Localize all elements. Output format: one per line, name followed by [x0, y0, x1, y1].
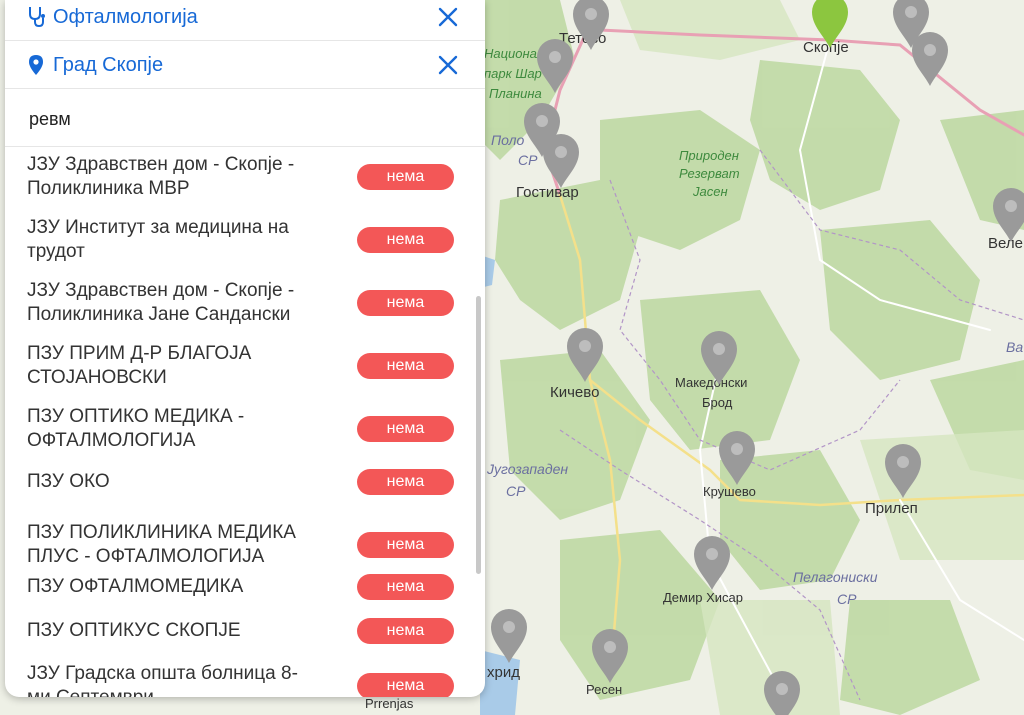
facility-name-line1: ПЗУ ОКО: [27, 471, 110, 492]
search-panel: Офталмологија Град Скопје ЈЗУ Здравствен…: [5, 0, 485, 697]
facility-name: ПЗУ ОПТИКО МЕДИКА - ОФТАЛМОЛОГИЈА: [27, 405, 357, 453]
city-filter-label: Град Скопје: [53, 53, 164, 76]
list-item[interactable]: ПЗУ ОКО нема: [5, 469, 475, 495]
clear-specialty-close-icon[interactable]: [437, 6, 459, 28]
list-item[interactable]: ПЗУ ОПТИКУС СКОПЈЕ нема: [5, 618, 475, 644]
region-label-jugozapaden-2: СР: [506, 483, 526, 499]
region-label-jugozapaden-1: Југозападен: [486, 461, 568, 477]
region-label-vardar: Ва: [1006, 339, 1023, 355]
facility-name: ЈЗУ Градска општа болница 8- ми Септември: [27, 662, 357, 697]
city-label-demir-hisar: Демир Хисар: [663, 590, 743, 605]
park-label-jasen-1: Природен: [679, 148, 739, 163]
availability-badge[interactable]: нема: [357, 574, 454, 600]
results-scrollbar[interactable]: [476, 296, 481, 574]
availability-badge[interactable]: нема: [357, 673, 454, 697]
specialty-filter-label: Офталмологија: [53, 5, 198, 28]
city-label-skopje: Скопје: [803, 39, 849, 56]
park-label-shar-2: парк Шар: [484, 66, 542, 81]
facility-name-line2: ПЛУС - ОФТАЛМОЛОГИЈА: [27, 546, 265, 567]
facility-name-line1: ЈЗУ Градска општа болница 8-: [27, 663, 298, 684]
city-label-krushevo: Крушево: [703, 484, 756, 499]
facility-name-line1: ПЗУ ОПТИКУС СКОПЈЕ: [27, 620, 241, 641]
location-pin-icon: [27, 53, 45, 77]
city-label-prilep: Прилеп: [865, 500, 918, 517]
list-item[interactable]: ПЗУ ОПТИКО МЕДИКА - ОФТАЛМОЛОГИЈА нема: [5, 405, 475, 453]
facility-name: ПЗУ ОФТАЛМОМЕДИКА: [27, 575, 357, 599]
city-label-kichevo: Кичево: [550, 384, 599, 401]
facility-name: ПЗУ ПОЛИКЛИНИКА МЕДИКА ПЛУС - ОФТАЛМОЛОГИ…: [27, 521, 357, 569]
list-item[interactable]: ЈЗУ Градска општа болница 8- ми Септември…: [5, 662, 475, 697]
facility-name: ЈЗУ Здравствен дом - Скопје - Поликлиника…: [27, 153, 357, 201]
facility-name-line1: ПЗУ ПОЛИКЛИНИКА МЕДИКА: [27, 522, 296, 543]
filter-specialty[interactable]: Офталмологија: [5, 0, 485, 41]
availability-badge[interactable]: нема: [357, 353, 454, 379]
availability-badge[interactable]: нема: [357, 618, 454, 644]
search-box: [5, 92, 485, 147]
facility-name: ЈЗУ Здравствен дом - Скопје - Поликлиника…: [27, 279, 357, 327]
city-label-gostivar: Гостивар: [516, 184, 579, 201]
facility-name: ЈЗУ Институт за медицина на трудот: [27, 216, 357, 264]
facility-name-line1: ЈЗУ Здравствен дом - Скопје -: [27, 280, 295, 301]
city-label-resen: Ресен: [586, 682, 622, 697]
region-label-pelagoniski-1: Пелагониски: [793, 569, 878, 585]
list-item[interactable]: ПЗУ ПОЛИКЛИНИКА МЕДИКА ПЛУС - ОФТАЛМОЛОГИ…: [5, 521, 475, 569]
facility-name: ПЗУ ОКО: [27, 470, 357, 494]
facility-name-line2: Поликлиника Јане Сандански: [27, 304, 291, 325]
list-item[interactable]: ЈЗУ Здравствен дом - Скопје - Поликлиника…: [5, 279, 475, 327]
results-list[interactable]: ЈЗУ Здравствен дом - Скопје - Поликлиника…: [5, 147, 485, 697]
availability-badge[interactable]: нема: [357, 469, 454, 495]
availability-badge[interactable]: нема: [357, 290, 454, 316]
facility-name-line1: ПЗУ ОФТАЛМОМЕДИКА: [27, 576, 244, 597]
region-label-pelagoniski-2: СР: [837, 591, 857, 607]
availability-badge[interactable]: нема: [357, 164, 454, 190]
facility-name: ПЗУ ОПТИКУС СКОПЈЕ: [27, 619, 357, 643]
facility-name-line1: ЈЗУ Здравствен дом - Скопје -: [27, 154, 295, 175]
facility-name: ПЗУ ПРИМ Д-Р БЛАГОЈА СТОЈАНОВСКИ: [27, 342, 357, 390]
city-label-prrenjas: Prrenjas: [365, 696, 414, 711]
city-label-ohrid: хрид: [487, 664, 520, 681]
list-item[interactable]: ЈЗУ Институт за медицина на трудот нема: [5, 216, 475, 264]
facility-name-line1: ПЗУ ОПТИКО МЕДИКА -: [27, 406, 245, 427]
city-label-makedonski-brod-2: Брод: [702, 395, 733, 410]
park-label-jasen-2: Резерват: [679, 166, 740, 181]
facility-name-line2: Поликлиника МВР: [27, 178, 190, 199]
list-item[interactable]: ПЗУ ПРИМ Д-Р БЛАГОЈА СТОЈАНОВСКИ нема: [5, 342, 475, 390]
availability-badge[interactable]: нема: [357, 532, 454, 558]
facility-name-line2: трудот: [27, 241, 85, 262]
stethoscope-icon: [27, 5, 45, 29]
region-label-polog-2: СР: [518, 152, 538, 168]
availability-badge[interactable]: нема: [357, 416, 454, 442]
park-label-jasen-3: Јасен: [692, 184, 728, 199]
lake: [480, 650, 520, 715]
search-input[interactable]: [27, 106, 451, 132]
facility-name-line1: ЈЗУ Институт за медицина на: [27, 217, 289, 238]
city-label-veles: Веле: [988, 235, 1023, 252]
park-label-shar-3: Планина: [489, 86, 542, 101]
region-label-polog-1: Поло: [491, 132, 525, 148]
filter-city[interactable]: Град Скопје: [5, 42, 485, 89]
facility-name-line1: ПЗУ ПРИМ Д-Р БЛАГОЈА: [27, 343, 252, 364]
facility-name-line2: ОФТАЛМОЛОГИЈА: [27, 430, 196, 451]
clear-city-close-icon[interactable]: [437, 54, 459, 76]
facility-name-line2: ми Септември: [27, 686, 357, 697]
facility-name-line2: СТОЈАНОВСКИ: [27, 367, 167, 388]
list-item[interactable]: ПЗУ ОФТАЛМОМЕДИКА нема: [5, 574, 475, 600]
city-label-makedonski-brod-1: Македонски: [675, 375, 747, 390]
availability-badge[interactable]: нема: [357, 227, 454, 253]
list-item[interactable]: ЈЗУ Здравствен дом - Скопје - Поликлиника…: [5, 153, 475, 201]
